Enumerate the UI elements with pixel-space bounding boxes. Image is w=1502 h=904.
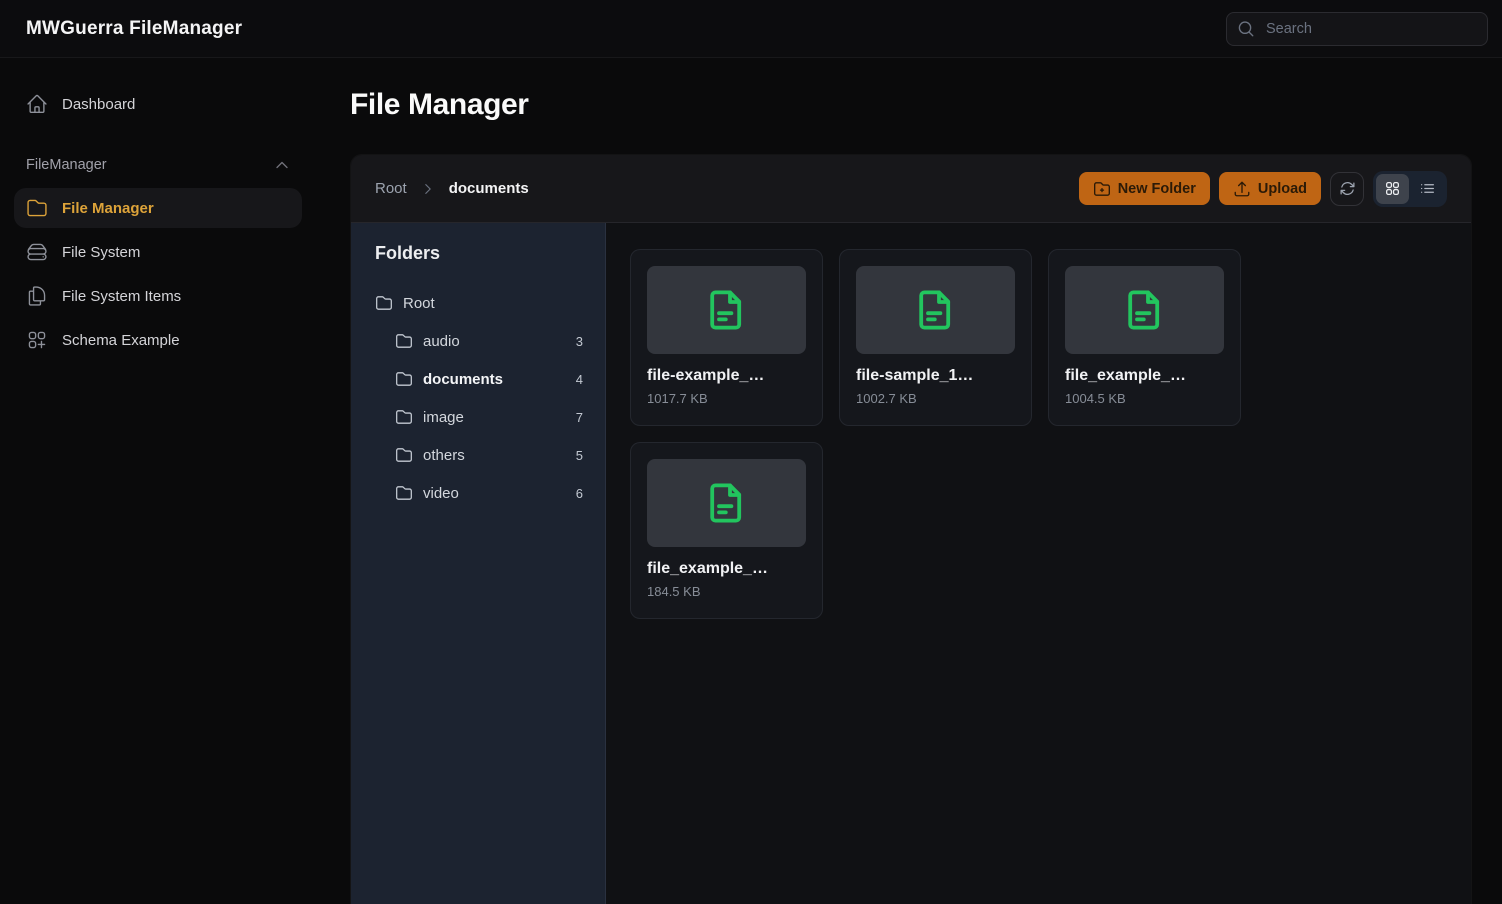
folder-label: image xyxy=(423,409,464,426)
folder-icon xyxy=(375,294,393,312)
toolbar-actions: New Folder Upload xyxy=(1070,171,1447,207)
folder-icon xyxy=(395,446,413,464)
folder-label: others xyxy=(423,447,465,464)
folders-heading: Folders xyxy=(351,243,605,264)
file-name: file_example_… xyxy=(1065,367,1224,385)
sidebar-item-file-manager[interactable]: File Manager xyxy=(14,188,302,228)
upload-icon xyxy=(1233,180,1251,198)
sidebar-item-label: Schema Example xyxy=(62,332,180,349)
sidebar-item-label: File System Items xyxy=(62,288,181,305)
document-icon xyxy=(703,286,751,334)
breadcrumb-root[interactable]: Root xyxy=(375,180,407,197)
files-grid: file-example_… 1017.7 KB file-sample_1… xyxy=(606,223,1471,904)
main-layout: Dashboard FileManager File Manager File … xyxy=(0,58,1502,904)
list-icon xyxy=(1419,180,1436,197)
sidebar-item-file-system[interactable]: File System xyxy=(14,232,302,272)
file-thumbnail xyxy=(1065,266,1224,354)
folder-count-badge: 7 xyxy=(576,410,583,425)
refresh-button[interactable] xyxy=(1330,172,1364,206)
file-card[interactable]: file-sample_1… 1002.7 KB xyxy=(839,249,1032,426)
main-content: File Manager Root documents New xyxy=(318,58,1502,904)
file-size: 1017.7 KB xyxy=(647,391,806,406)
document-duplicate-icon xyxy=(26,285,48,307)
file-size: 1002.7 KB xyxy=(856,391,1015,406)
file-manager-toolbar: Root documents New Folder xyxy=(351,155,1471,223)
topbar: MWGuerra FileManager xyxy=(0,0,1502,58)
global-search[interactable] xyxy=(1226,12,1488,46)
file-card[interactable]: file-example_… 1017.7 KB xyxy=(630,249,823,426)
folder-count-badge: 3 xyxy=(576,334,583,349)
folder-icon xyxy=(395,370,413,388)
file-size: 1004.5 KB xyxy=(1065,391,1224,406)
chevron-right-icon xyxy=(421,182,435,196)
folder-tree-item[interactable]: image 7 xyxy=(351,398,605,436)
sidebar-item-label: Dashboard xyxy=(62,96,135,113)
document-icon xyxy=(912,286,960,334)
folder-count-badge: 4 xyxy=(576,372,583,387)
breadcrumb-current: documents xyxy=(449,180,529,197)
upload-label: Upload xyxy=(1258,181,1307,197)
folder-tree-item[interactable]: audio 3 xyxy=(351,322,605,360)
view-mode-toggle xyxy=(1373,171,1447,207)
folder-tree-root[interactable]: Root xyxy=(351,284,605,322)
breadcrumb: Root documents xyxy=(375,180,529,197)
home-icon xyxy=(26,93,48,115)
folder-label: audio xyxy=(423,333,460,350)
folder-tree-children: audio 3 documents 4 xyxy=(351,322,605,512)
folder-count-badge: 6 xyxy=(576,486,583,501)
folder-tree-item[interactable]: documents 4 xyxy=(351,360,605,398)
sidebar-item-schema-example[interactable]: Schema Example xyxy=(14,320,302,360)
folder-count-badge: 5 xyxy=(576,448,583,463)
folder-tree-item[interactable]: others 5 xyxy=(351,436,605,474)
file-name: file-sample_1… xyxy=(856,367,1015,385)
refresh-icon xyxy=(1339,180,1356,197)
document-icon xyxy=(1121,286,1169,334)
grid-icon xyxy=(1384,180,1401,197)
app-title: MWGuerra FileManager xyxy=(26,18,242,40)
folder-label: video xyxy=(423,485,459,502)
folder-label: documents xyxy=(423,371,503,388)
sidebar-group-filemanager[interactable]: FileManager xyxy=(14,152,302,178)
folder-icon xyxy=(395,484,413,502)
chevron-up-icon xyxy=(274,157,290,173)
file-card[interactable]: file_example_… 1004.5 KB xyxy=(1048,249,1241,426)
file-thumbnail xyxy=(647,459,806,547)
file-name: file_example_… xyxy=(647,560,806,578)
file-manager-body: Folders Root xyxy=(351,223,1471,904)
page-title: File Manager xyxy=(350,88,1472,122)
file-card[interactable]: file_example_… 184.5 KB xyxy=(630,442,823,619)
folder-plus-icon xyxy=(1093,180,1111,198)
sidebar-item-dashboard[interactable]: Dashboard xyxy=(14,84,302,124)
sidebar-item-label: File Manager xyxy=(62,200,154,217)
folder-icon xyxy=(395,332,413,350)
grid-view-button[interactable] xyxy=(1376,174,1409,204)
sidebar: Dashboard FileManager File Manager File … xyxy=(0,58,318,904)
squares-plus-icon xyxy=(26,329,48,351)
new-folder-button[interactable]: New Folder xyxy=(1079,172,1210,205)
folder-tree-item[interactable]: video 6 xyxy=(351,474,605,512)
folder-icon xyxy=(26,197,48,219)
sidebar-item-file-system-items[interactable]: File System Items xyxy=(14,276,302,316)
file-thumbnail xyxy=(856,266,1015,354)
folder-label: Root xyxy=(403,295,435,312)
sidebar-item-label: File System xyxy=(62,244,140,261)
file-manager-card: Root documents New Folder xyxy=(350,154,1472,904)
folder-icon xyxy=(395,408,413,426)
server-stack-icon xyxy=(26,241,48,263)
new-folder-label: New Folder xyxy=(1118,181,1196,197)
list-view-button[interactable] xyxy=(1411,174,1444,204)
search-icon xyxy=(1237,20,1255,38)
sidebar-group-label: FileManager xyxy=(26,157,107,173)
document-icon xyxy=(703,479,751,527)
folders-panel: Folders Root xyxy=(351,223,606,904)
file-name: file-example_… xyxy=(647,367,806,385)
upload-button[interactable]: Upload xyxy=(1219,172,1321,205)
search-input[interactable] xyxy=(1264,20,1477,38)
file-thumbnail xyxy=(647,266,806,354)
file-size: 184.5 KB xyxy=(647,584,806,599)
